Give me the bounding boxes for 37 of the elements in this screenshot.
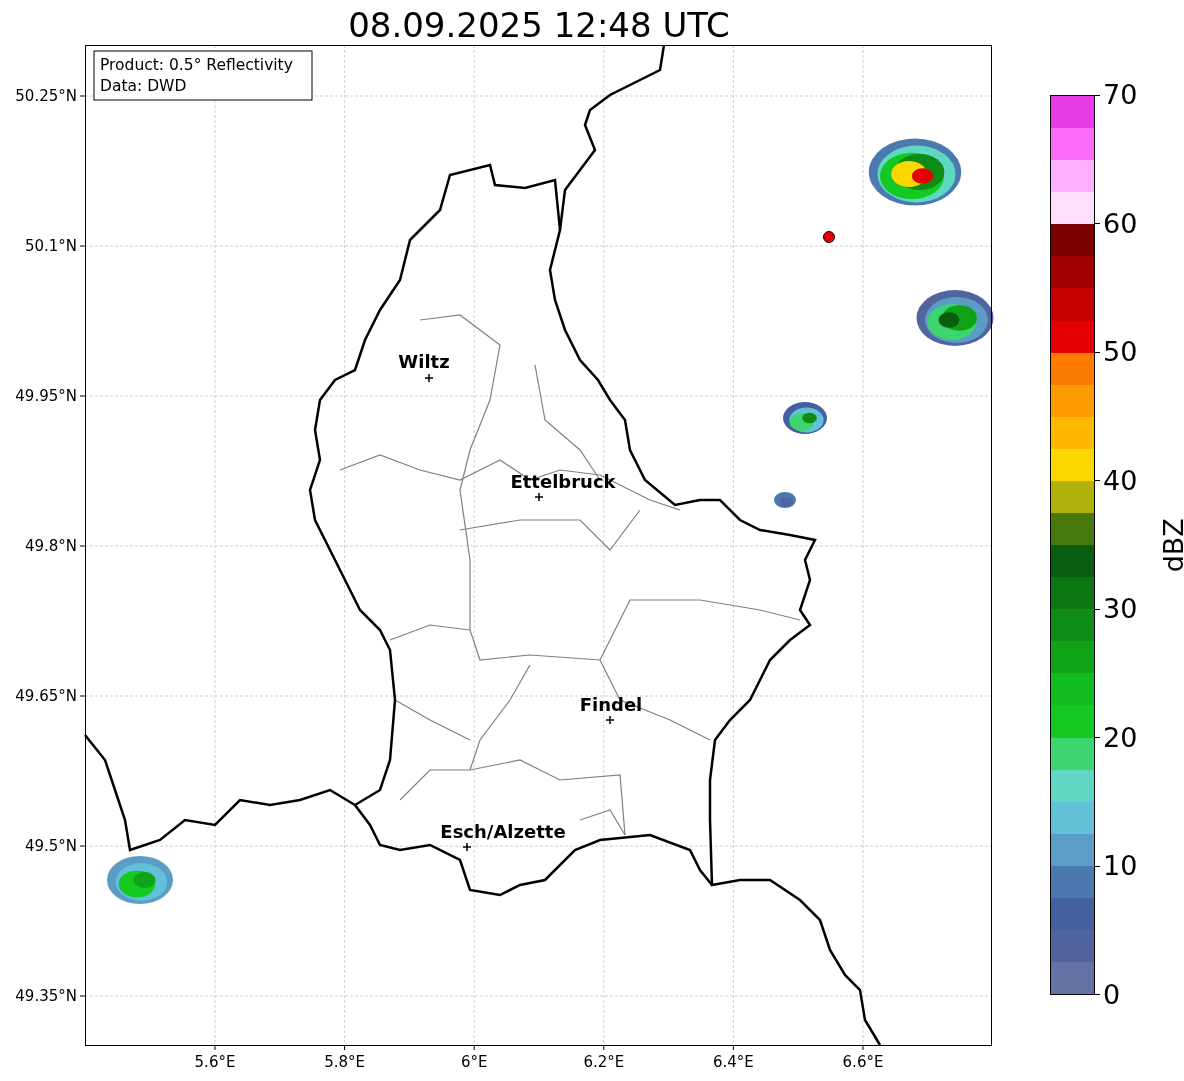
city-marker-icon — [424, 373, 434, 383]
city-marker-icon — [605, 715, 615, 725]
axis-tick-label: 49.8°N — [24, 537, 77, 555]
scale-tick-label: 20 — [1103, 722, 1138, 753]
scale-tick-label: 0 — [1103, 979, 1121, 1010]
axis-tick-label: 49.5°N — [24, 837, 77, 855]
city-label: Wiltz — [398, 351, 450, 372]
scale-tick-label: 40 — [1103, 465, 1138, 496]
axis-tick-label: 5.6°E — [194, 1053, 236, 1071]
rain-cell-drawing — [783, 402, 827, 434]
city-label: Findel — [579, 694, 643, 715]
info-text: Product: 0.5° Reflectivity — [100, 56, 293, 74]
city-marker-icon — [534, 492, 544, 502]
city-marker-icon — [462, 842, 472, 852]
axis-tick-label: 6.4°E — [713, 1053, 754, 1071]
scale-tick-label: 60 — [1103, 208, 1138, 239]
axis-tick-label: 49.65°N — [15, 687, 77, 705]
axis-tick-label: 50.25°N — [15, 87, 77, 105]
chart-title: 08.09.2025 12:48 UTC — [348, 5, 730, 45]
scale-tick-label: 50 — [1103, 337, 1138, 368]
axis-tick-label: 49.35°N — [15, 987, 77, 1005]
axis-tick-label: 50.1°N — [24, 237, 77, 255]
info-text: Data: DWD — [100, 77, 187, 95]
axis-tick-label: 49.95°N — [15, 387, 77, 405]
scale-tick-label: 30 — [1103, 594, 1138, 625]
city-label: Ettelbruck — [510, 471, 616, 492]
city-label: Esch/Alzette — [440, 821, 566, 842]
axis-tick-label: 6.2°E — [583, 1053, 625, 1071]
rain-cell-drawing — [774, 492, 796, 508]
scale-tick-label: 70 — [1103, 80, 1138, 110]
axis-tick-label: 6°E — [460, 1053, 488, 1071]
rain-cell-drawing — [107, 856, 173, 904]
scale-tick-label: 10 — [1103, 851, 1138, 882]
location-dot — [823, 231, 835, 243]
scale-title: dBZ — [1156, 517, 1184, 573]
axis-tick-label: 6.6°E — [842, 1053, 884, 1071]
axis-tick-label: 5.8°E — [324, 1053, 365, 1071]
